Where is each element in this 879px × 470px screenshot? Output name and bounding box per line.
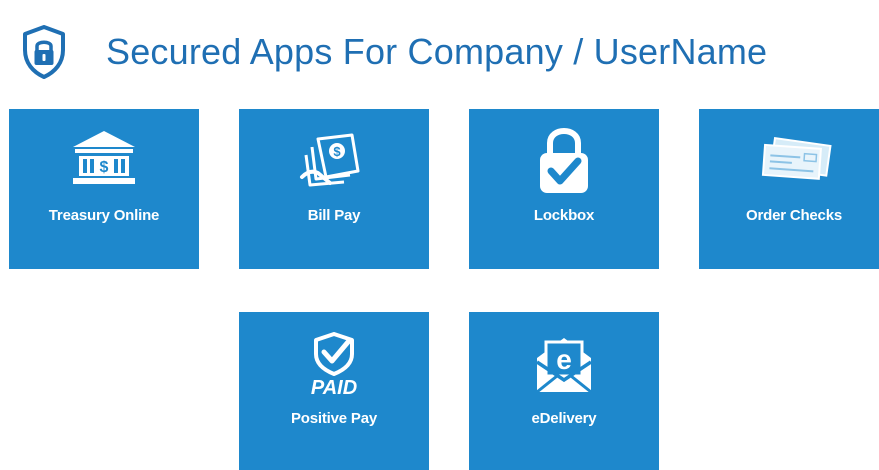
app-tile-lockbox[interactable]: Lockbox: [469, 109, 659, 269]
shield-check-paid-icon: PAID: [239, 332, 429, 398]
app-tile-treasury-online[interactable]: $ Treasury Online: [9, 109, 199, 269]
shield-lock-icon: [20, 23, 68, 81]
checks-icon: [699, 135, 879, 187]
app-tile-order-checks[interactable]: Order Checks: [699, 109, 879, 269]
e-badge: e: [556, 344, 572, 375]
app-tile-bill-pay[interactable]: $ Bill Pay: [239, 109, 429, 269]
bank-icon: $: [9, 129, 199, 187]
secured-apps-page: Secured Apps For Company / UserName $ Tr…: [0, 0, 879, 470]
svg-text:$: $: [333, 144, 341, 159]
app-label: Treasury Online: [48, 207, 160, 224]
envelope-e-icon: e: [469, 332, 659, 396]
padlock-check-icon: [469, 123, 659, 197]
paid-badge: PAID: [311, 377, 357, 398]
app-label: eDelivery: [531, 410, 597, 427]
page-title: Secured Apps For Company / UserName: [106, 31, 768, 72]
app-label: Bill Pay: [307, 207, 361, 224]
app-label: Lockbox: [533, 207, 595, 224]
app-tile-edelivery[interactable]: e eDelivery: [469, 312, 659, 470]
svg-text:$: $: [100, 159, 109, 176]
app-label: Order Checks: [746, 207, 842, 224]
app-tile-positive-pay[interactable]: PAID Positive Pay: [239, 312, 429, 470]
page-header: Secured Apps For Company / UserName: [20, 12, 767, 92]
money-bills-icon: $: [239, 131, 429, 193]
app-label: Positive Pay: [291, 410, 377, 427]
